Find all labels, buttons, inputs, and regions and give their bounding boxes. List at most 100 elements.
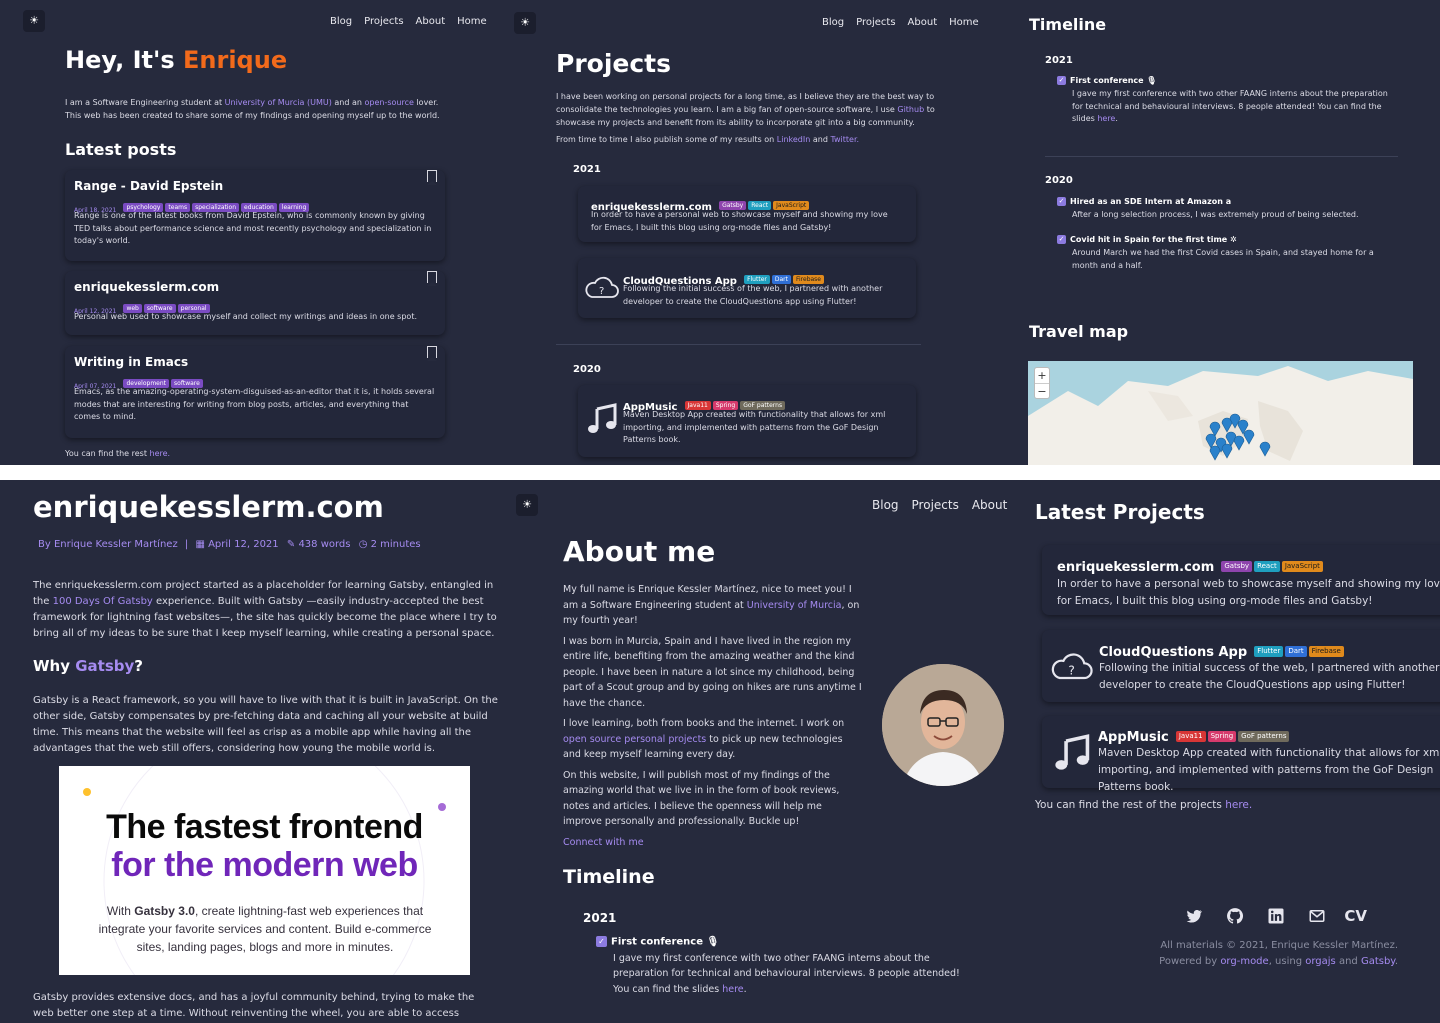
- tag[interactable]: Spring: [1207, 731, 1237, 742]
- bookmark-icon[interactable]: [426, 271, 437, 286]
- nav-projects[interactable]: Projects: [364, 16, 403, 27]
- mail-icon[interactable]: [1308, 907, 1326, 925]
- social-links: CV: [1176, 905, 1367, 927]
- cloud-question-icon: ?: [1051, 653, 1093, 680]
- slides-link[interactable]: here: [722, 984, 743, 995]
- checkbox-icon[interactable]: ✓: [1057, 197, 1066, 206]
- tag[interactable]: Gatsby: [1221, 561, 1253, 572]
- theme-toggle-icon[interactable]: ☀: [23, 10, 45, 32]
- project-card[interactable]: AppMusic Java11 Spring GoF patterns Maven …: [578, 385, 916, 457]
- gatsby-link[interactable]: Gatsby: [1361, 956, 1395, 967]
- post-paragraph: The enriquekesslerm.com project started …: [33, 580, 497, 639]
- bookmark-icon[interactable]: [426, 346, 437, 361]
- tag[interactable]: Flutter: [1254, 646, 1284, 657]
- post-paragraph: Gatsby is a React framework, so you will…: [33, 695, 498, 754]
- umu-link[interactable]: University of Murcia (UMU): [225, 98, 332, 107]
- microphone-icon: 🎙: [706, 936, 720, 948]
- tag[interactable]: React: [1254, 561, 1280, 572]
- project-card[interactable]: enriquekesslerm.com Gatsby React JavaScrip…: [578, 186, 916, 242]
- project-card[interactable]: AppMusic Java11 Spring GoF patterns Maven …: [1042, 716, 1440, 793]
- post-card[interactable]: Range - David Epstein April 18, 2021 psy…: [65, 170, 445, 261]
- post-title[interactable]: Writing in Emacs: [74, 355, 188, 369]
- github-link[interactable]: Github: [897, 105, 924, 114]
- nav-about[interactable]: About: [416, 16, 446, 27]
- about-text: My full name is Enrique Kessler Martínez…: [563, 584, 862, 848]
- github-icon[interactable]: [1226, 907, 1244, 925]
- connect-link[interactable]: Connect with me: [563, 837, 644, 848]
- post-paragraph: Gatsby provides extensive docs, and has …: [33, 992, 475, 1019]
- rest-projects-link[interactable]: here.: [1225, 799, 1252, 811]
- travel-map[interactable]: + −: [1028, 361, 1413, 465]
- event-desc: After a long selection process, I was ex…: [1072, 210, 1359, 219]
- 100-days-link[interactable]: 100 Days Of Gatsby: [53, 596, 153, 607]
- project-header: enriquekesslerm.com Gatsby React JavaScrip…: [1057, 556, 1323, 575]
- event-desc: Around March we had the first Covid case…: [1072, 248, 1374, 270]
- nav-blog[interactable]: Blog: [330, 16, 352, 27]
- event-title: First conference: [1070, 76, 1144, 85]
- nav-about[interactable]: About: [908, 17, 938, 28]
- nav-projects[interactable]: Projects: [856, 17, 895, 28]
- tag[interactable]: Firebase: [1308, 646, 1344, 657]
- bookmark-icon[interactable]: [426, 170, 437, 185]
- post-title[interactable]: Range - David Epstein: [74, 179, 223, 193]
- tag[interactable]: GoF patterns: [1238, 731, 1290, 742]
- post-card[interactable]: Writing in Emacs April 07, 2021 developm…: [65, 346, 445, 438]
- latest-projects-heading: Latest Projects: [1035, 500, 1205, 524]
- top-nav: Blog Projects About Home: [330, 16, 487, 27]
- open-source-link[interactable]: open-source: [364, 98, 413, 107]
- gatsby-link[interactable]: Gatsby: [75, 657, 134, 675]
- linkedin-link[interactable]: LinkedIn: [777, 135, 811, 144]
- rest-posts-link[interactable]: here.: [150, 449, 171, 458]
- project-header: CloudQuestions App Flutter Dart Firebase: [1099, 641, 1344, 660]
- tag[interactable]: Java11: [1175, 731, 1206, 742]
- pencil-icon: ✎: [286, 539, 296, 550]
- timeline-event: ✓ First conference 🎙 I gave my first conf…: [1057, 76, 1397, 126]
- microphone-icon: 🎙: [1146, 76, 1157, 85]
- calendar-icon: ▦: [195, 539, 205, 550]
- post-excerpt: Range is one of the latest books from Da…: [74, 211, 432, 245]
- avatar: [882, 664, 1004, 786]
- rest-projects: You can find the rest of the projects he…: [1035, 799, 1253, 811]
- slides-link[interactable]: here: [1097, 114, 1115, 123]
- checkbox-icon[interactable]: ✓: [1057, 235, 1066, 244]
- cv-link[interactable]: CV: [1344, 907, 1367, 925]
- timeline-heading: Timeline: [563, 866, 655, 888]
- map-marker-icons[interactable]: [1200, 409, 1290, 465]
- project-card[interactable]: ? CloudQuestions App Flutter Dart Firebase…: [1042, 630, 1440, 702]
- twitter-icon[interactable]: [1185, 907, 1203, 925]
- orgajs-link[interactable]: orgajs: [1305, 956, 1336, 967]
- zoom-out-button[interactable]: −: [1035, 383, 1049, 399]
- rest-posts: You can find the rest here.: [65, 449, 171, 458]
- nav-home[interactable]: Home: [949, 17, 979, 28]
- nav-blog[interactable]: Blog: [872, 498, 899, 512]
- nav-about[interactable]: About: [972, 498, 1007, 512]
- nav-projects[interactable]: Projects: [912, 498, 959, 512]
- open-source-projects-link[interactable]: open source personal projects: [563, 734, 706, 745]
- zoom-in-button[interactable]: +: [1035, 368, 1049, 383]
- checkbox-icon[interactable]: ✓: [1057, 76, 1066, 85]
- tag[interactable]: JavaScript: [1281, 561, 1323, 572]
- nav-blog[interactable]: Blog: [822, 17, 844, 28]
- amazon-icon: a: [1225, 197, 1232, 206]
- umu-link[interactable]: University of Murcia: [747, 600, 842, 611]
- section-heading: Why Gatsby?: [33, 657, 143, 675]
- checkbox-icon[interactable]: ✓: [596, 936, 607, 947]
- svg-text:?: ?: [599, 286, 604, 297]
- map-zoom-control: + −: [1034, 367, 1050, 399]
- tag[interactable]: Dart: [1285, 646, 1307, 657]
- post-panel: enriquekesslerm.com By Enrique Kessler M…: [0, 480, 507, 1023]
- nav-home[interactable]: Home: [457, 16, 487, 27]
- year-heading: 2021: [1045, 55, 1073, 66]
- project-card[interactable]: enriquekesslerm.com Gatsby React JavaScrip…: [1042, 545, 1440, 615]
- theme-toggle-icon[interactable]: ☀: [516, 494, 538, 516]
- post-title[interactable]: enriquekesslerm.com: [74, 280, 219, 294]
- linkedin-icon[interactable]: [1267, 907, 1285, 925]
- powered-by: Powered by org-mode, using orgajs and Ga…: [1159, 956, 1398, 967]
- post-card[interactable]: enriquekesslerm.com April 12, 2021 web so…: [65, 271, 445, 335]
- author-link[interactable]: Enrique Kessler Martínez: [54, 539, 178, 550]
- clock-icon: ◷: [358, 539, 368, 550]
- twitter-link[interactable]: Twitter.: [830, 135, 859, 144]
- project-card[interactable]: ? CloudQuestions App Flutter Dart Firebase…: [578, 258, 916, 318]
- theme-toggle-icon[interactable]: ☀: [514, 12, 536, 34]
- org-mode-link[interactable]: org-mode: [1220, 956, 1268, 967]
